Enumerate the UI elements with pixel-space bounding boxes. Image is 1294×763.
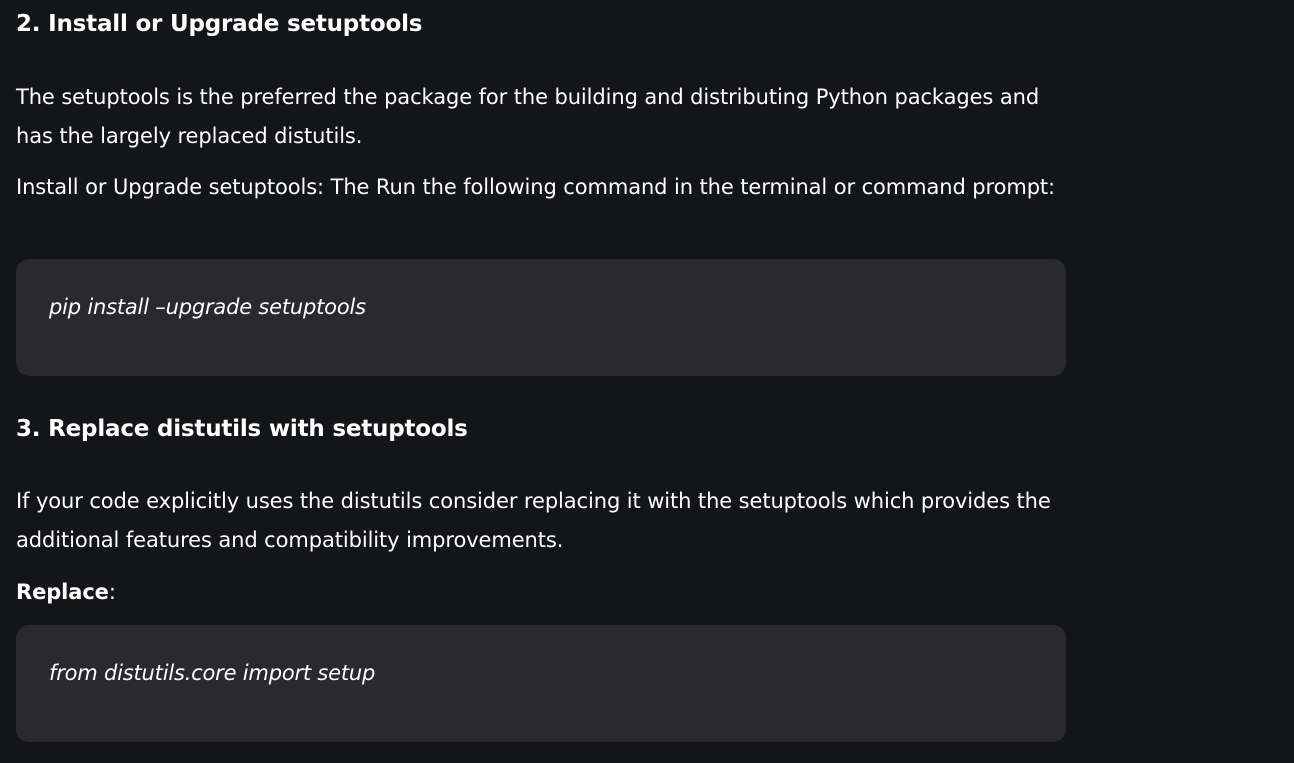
section-heading-replace-distutils: 3. Replace distutils with setuptools: [16, 416, 468, 442]
replace-label-bold: Replace: [16, 580, 109, 604]
paragraph-replace-description: If your code explicitly uses the distuti…: [16, 489, 1051, 552]
code-text: from distutils.core import setup: [49, 661, 376, 685]
code-block-distutils-import: from distutils.core import setup: [16, 625, 1066, 742]
section-heading-install-upgrade: 2. Install or Upgrade setuptools: [16, 11, 423, 37]
replace-label-colon: :: [108, 580, 116, 604]
replace-label: Replace:: [16, 573, 116, 612]
paragraph-setuptools-description: The setuptools is the preferred the pack…: [16, 85, 1040, 148]
paragraph-install-instruction: Install or Upgrade setuptools: The Run t…: [16, 175, 1056, 199]
code-text: pip install –upgrade setuptools: [49, 295, 366, 319]
code-block-pip-install: pip install –upgrade setuptools: [16, 259, 1066, 376]
